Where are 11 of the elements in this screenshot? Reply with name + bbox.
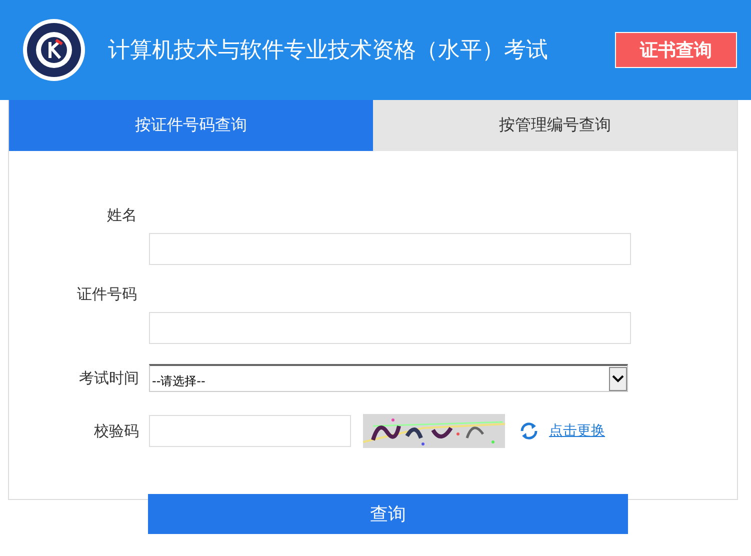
certificate-query-button[interactable]: 证书查询 [615,32,737,68]
field-label: 证件号码 [76,285,137,304]
change-captcha-link[interactable]: 点击更换 [549,422,605,440]
dropdown[interactable]: --请选择-- [149,364,628,392]
field-label: 姓名 [106,206,137,225]
tab[interactable]: 按证件号码查询 [9,100,373,151]
field-label: 考试时间 [78,368,139,388]
tab[interactable]: 按管理编号查询 [373,100,737,151]
query-button[interactable]: 查询 [148,494,628,534]
field-label: 校验码 [93,422,139,440]
page-title: 计算机技术与软件专业技术资格（水平）考试 [108,37,549,65]
